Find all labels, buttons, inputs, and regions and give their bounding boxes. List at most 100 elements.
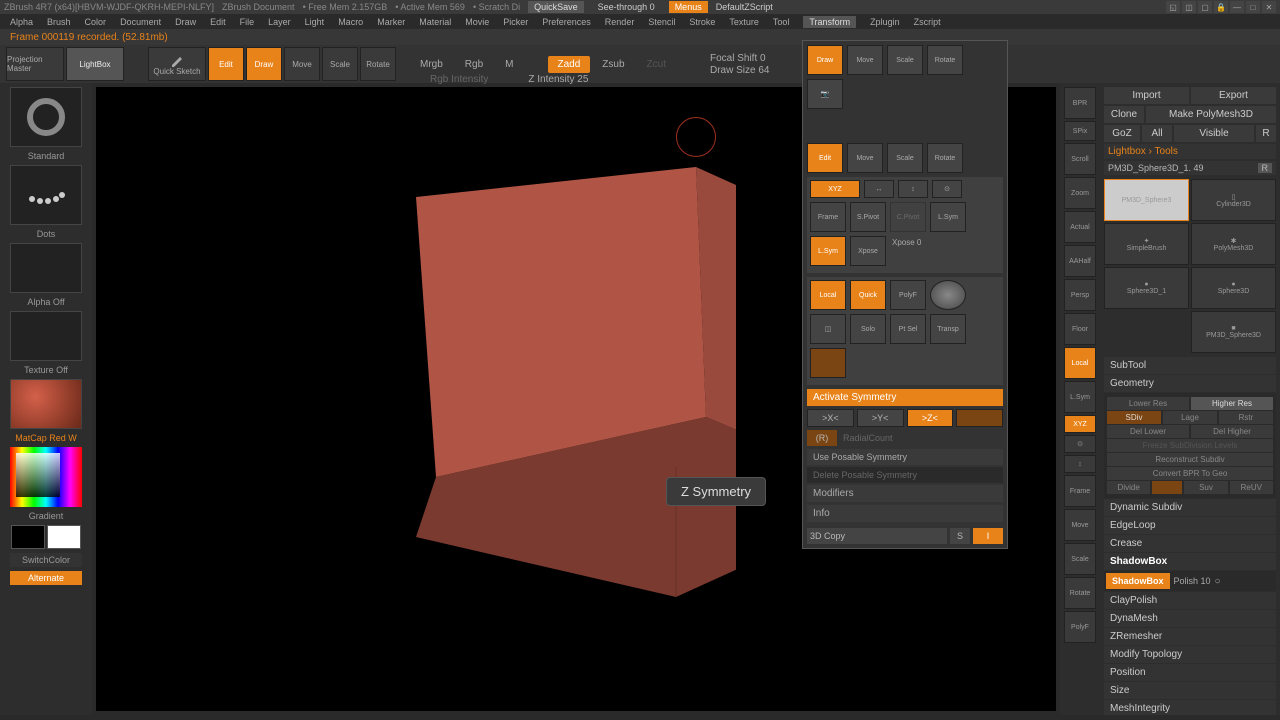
- dynamesh-accordion[interactable]: DynaMesh: [1104, 610, 1276, 627]
- reuv[interactable]: ReUV: [1230, 481, 1273, 494]
- lage[interactable]: Lage: [1163, 411, 1217, 424]
- rgb-button[interactable]: Rgb: [455, 56, 493, 73]
- rgb-intensity-slider[interactable]: Rgb Intensity: [430, 74, 488, 85]
- lsym-active-button[interactable]: L.Sym: [810, 236, 846, 266]
- rstr[interactable]: Rstr: [1219, 411, 1273, 424]
- menu-layer[interactable]: Layer: [268, 17, 291, 27]
- subtool-accordion[interactable]: SubTool: [1104, 357, 1276, 374]
- menu-render[interactable]: Render: [605, 17, 635, 27]
- ptsel-button[interactable]: Pt Sel: [890, 314, 926, 344]
- visible-button[interactable]: Visible: [1174, 125, 1254, 142]
- 3d-copy-button[interactable]: 3D Copy: [807, 528, 947, 544]
- menu-preferences[interactable]: Preferences: [542, 17, 591, 27]
- panel-scale2-button[interactable]: Scale: [887, 143, 923, 173]
- switchcolor-button[interactable]: SwitchColor: [10, 553, 82, 567]
- mrgb-button[interactable]: Mrgb: [410, 56, 453, 73]
- radial-count[interactable]: RadialCount: [840, 430, 1003, 446]
- spix-button[interactable]: SPix: [1064, 121, 1096, 141]
- crease-accordion[interactable]: Crease: [1104, 535, 1276, 552]
- radial-r-button[interactable]: (R): [807, 430, 837, 446]
- alpha-thumb[interactable]: [10, 243, 82, 293]
- edgeloop-accordion[interactable]: EdgeLoop: [1104, 517, 1276, 534]
- cpivot-button[interactable]: C.Pivot: [890, 202, 926, 232]
- info-header[interactable]: Info: [807, 505, 1003, 522]
- zremesher-accordion[interactable]: ZRemesher: [1104, 628, 1276, 645]
- r-button[interactable]: R: [1256, 125, 1276, 142]
- draw-button[interactable]: Draw: [246, 47, 282, 81]
- shadowbox-accordion[interactable]: ShadowBox: [1104, 553, 1276, 570]
- tool-pm3d[interactable]: ■PM3D_Sphere3D: [1191, 311, 1276, 353]
- export-button[interactable]: Export: [1191, 87, 1276, 104]
- axis-arr[interactable]: ↕: [1064, 455, 1096, 473]
- xyz-button-col[interactable]: XYZ: [1064, 415, 1096, 433]
- menu-draw[interactable]: Draw: [175, 17, 196, 27]
- polish-circle-icon[interactable]: ○: [1215, 576, 1221, 587]
- geometry-accordion[interactable]: Geometry: [1104, 375, 1276, 392]
- move-button-col[interactable]: Move: [1064, 509, 1096, 541]
- lightbox-button[interactable]: LightBox: [66, 47, 124, 81]
- frame-button-col[interactable]: Frame: [1064, 475, 1096, 507]
- all-button[interactable]: All: [1142, 125, 1172, 142]
- menus-button[interactable]: Menus: [669, 1, 708, 13]
- lsym-button-col[interactable]: L.Sym: [1064, 381, 1096, 413]
- panel-draw-button[interactable]: Draw: [807, 45, 843, 75]
- menu-marker[interactable]: Marker: [377, 17, 405, 27]
- bpr-button[interactable]: BPR: [1064, 87, 1096, 119]
- tool-sphere1[interactable]: ●Sphere3D_1: [1104, 267, 1189, 309]
- default-script[interactable]: DefaultZScript: [716, 2, 773, 12]
- sym-y-button[interactable]: >Y<: [857, 409, 904, 427]
- lightbox-tools-label[interactable]: Lightbox › Tools: [1104, 144, 1276, 159]
- i-button[interactable]: I: [973, 528, 1003, 544]
- del-higher[interactable]: Del Higher: [1191, 425, 1273, 438]
- clone-button[interactable]: Clone: [1104, 106, 1144, 123]
- axis-z[interactable]: ⊙: [932, 180, 962, 198]
- smt[interactable]: [1152, 481, 1182, 494]
- position-accordion[interactable]: Position: [1104, 664, 1276, 681]
- stroke-thumb[interactable]: [10, 165, 82, 225]
- sym-m-button[interactable]: [956, 409, 1003, 427]
- tool-cylinder[interactable]: ▯Cylinder3D: [1191, 179, 1276, 221]
- convert-bpr[interactable]: Convert BPR To Geo: [1107, 467, 1273, 480]
- ghost-button[interactable]: [810, 348, 846, 378]
- panel-scale-button[interactable]: Scale: [887, 45, 923, 75]
- xpose-button[interactable]: Xpose: [850, 236, 886, 266]
- camera-icon[interactable]: 📷: [807, 79, 843, 109]
- sdiv[interactable]: SDiv: [1107, 411, 1161, 424]
- transform-panel[interactable]: Draw Move Scale Rotate 📷 Edit Move Scale…: [802, 40, 1008, 549]
- polyf-button-col[interactable]: PolyF: [1064, 611, 1096, 643]
- panel-move2-button[interactable]: Move: [847, 143, 883, 173]
- use-posable-button[interactable]: Use Posable Symmetry: [807, 449, 1003, 465]
- local-button[interactable]: Local: [810, 280, 846, 310]
- brush-thumb[interactable]: [10, 87, 82, 147]
- focal-shift-slider[interactable]: Focal Shift 0: [710, 53, 769, 64]
- axis-dot[interactable]: ⊙: [1064, 435, 1096, 453]
- activate-symmetry-header[interactable]: Activate Symmetry: [807, 389, 1003, 406]
- menu-light[interactable]: Light: [305, 17, 325, 27]
- tool-sphere[interactable]: ●Sphere3D: [1191, 267, 1276, 309]
- goz-button[interactable]: GoZ: [1104, 125, 1140, 142]
- floor-button[interactable]: Floor: [1064, 313, 1096, 345]
- zsub-button[interactable]: Zsub: [592, 56, 634, 73]
- menu-stencil[interactable]: Stencil: [648, 17, 675, 27]
- xyz-toggle[interactable]: XYZ: [810, 180, 860, 198]
- window-close[interactable]: ✕: [1262, 1, 1276, 13]
- quicksave-button[interactable]: QuickSave: [528, 1, 584, 13]
- menu-texture[interactable]: Texture: [729, 17, 759, 27]
- window-btn-4[interactable]: 🔒: [1214, 1, 1228, 13]
- shadowbox-button[interactable]: ShadowBox: [1106, 573, 1170, 589]
- import-button[interactable]: Import: [1104, 87, 1189, 104]
- material-thumb[interactable]: [10, 379, 82, 429]
- menu-edit[interactable]: Edit: [210, 17, 226, 27]
- menu-stroke[interactable]: Stroke: [689, 17, 715, 27]
- claypolish-accordion[interactable]: ClayPolish: [1104, 592, 1276, 609]
- m-button[interactable]: M: [495, 56, 523, 73]
- seethrough-slider[interactable]: See-through 0: [592, 2, 661, 12]
- quicksketch-button[interactable]: Quick Sketch: [148, 47, 206, 81]
- panel-move-button[interactable]: Move: [847, 45, 883, 75]
- z-intensity-slider[interactable]: Z Intensity 25: [528, 74, 588, 85]
- suv[interactable]: Suv: [1184, 481, 1227, 494]
- menu-zscript[interactable]: Zscript: [914, 17, 941, 27]
- edit-button[interactable]: Edit: [208, 47, 244, 81]
- modifiers-header[interactable]: Modifiers: [807, 485, 1003, 502]
- menu-transform[interactable]: Transform: [803, 16, 856, 28]
